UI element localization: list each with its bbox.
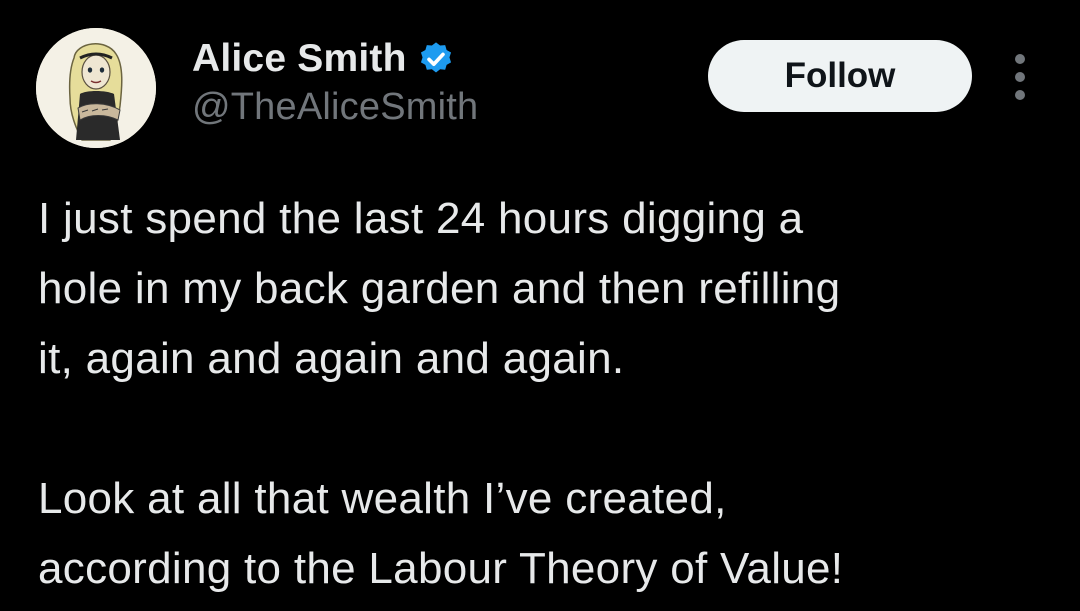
verified-badge-icon[interactable] [417,40,455,78]
follow-button[interactable]: Follow [708,40,972,112]
author-handle[interactable]: @TheAliceSmith [192,86,478,129]
avatar-cartoon-woman-icon [36,28,156,148]
author-info: Alice Smith @TheAliceSmith [192,34,478,129]
more-dot [1015,54,1025,64]
tweet-paragraph: I just spend the last 24 hours digging a… [38,194,841,383]
more-dot [1015,72,1025,82]
name-row: Alice Smith [192,34,478,84]
tweet-paragraph: Look at all that wealth I’ve created, ac… [38,474,844,593]
avatar[interactable] [36,28,156,148]
tweet-text: I just spend the last 24 hours digging a… [38,184,1058,604]
display-name[interactable]: Alice Smith [192,37,407,81]
tweet-card: Alice Smith @TheAliceSmith Follow I just… [0,0,1080,611]
more-dot [1015,90,1025,100]
more-vertical-icon[interactable] [1004,54,1036,100]
